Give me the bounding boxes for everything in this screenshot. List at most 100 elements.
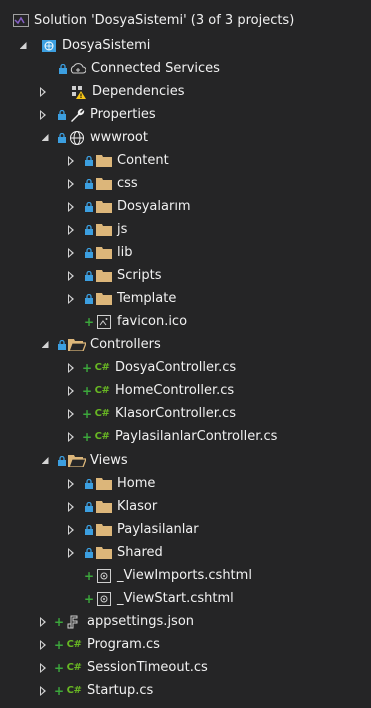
- expand-arrow-icon[interactable]: [64, 477, 78, 491]
- wwwroot-node[interactable]: wwwroot: [0, 126, 371, 149]
- added-plus-icon: +: [54, 660, 65, 675]
- expand-arrow-icon[interactable]: [16, 39, 30, 53]
- folder-label: Dosyalarım: [117, 199, 191, 214]
- lock-icon: [84, 153, 94, 169]
- lock-icon: [57, 107, 67, 123]
- project-label: DosyaSistemi: [62, 38, 151, 53]
- csharp-file-node[interactable]: + C# HomeController.cs: [0, 379, 371, 402]
- folder-label: Controllers: [90, 337, 161, 352]
- added-plus-icon: +: [84, 591, 95, 606]
- dependencies-node[interactable]: Dependencies: [0, 80, 371, 103]
- expand-arrow-icon[interactable]: [36, 108, 50, 122]
- lock-icon: [84, 522, 94, 538]
- added-plus-icon: +: [82, 406, 93, 421]
- file-label: PaylasilanlarController.cs: [115, 429, 278, 444]
- expand-arrow-icon[interactable]: [64, 269, 78, 283]
- expand-arrow-icon[interactable]: [64, 223, 78, 237]
- folder-icon: [95, 153, 113, 169]
- folder-klasor-node[interactable]: Klasor: [0, 495, 371, 518]
- json-file-icon: [65, 614, 83, 630]
- expand-arrow-icon[interactable]: [36, 615, 50, 629]
- file-label: _ViewStart.cshtml: [117, 591, 234, 606]
- expand-arrow-icon[interactable]: [64, 246, 78, 260]
- properties-label: Properties: [90, 107, 156, 122]
- folder-scripts-node[interactable]: Scripts: [0, 264, 371, 287]
- csharp-file-node[interactable]: + C# SessionTimeout.cs: [0, 656, 371, 679]
- lock-icon: [84, 545, 94, 561]
- expand-arrow-icon[interactable]: [36, 85, 50, 99]
- file-label: _ViewImports.cshtml: [117, 568, 252, 583]
- expand-arrow-icon[interactable]: [64, 430, 78, 444]
- csharp-file-node[interactable]: + C# Startup.cs: [0, 679, 371, 702]
- folder-label: js: [117, 222, 128, 237]
- connected-services-label: Connected Services: [91, 61, 220, 76]
- expand-arrow-icon[interactable]: [64, 154, 78, 168]
- added-plus-icon: +: [82, 360, 93, 375]
- connected-services-node[interactable]: Connected Services: [0, 57, 371, 80]
- csharp-file-node[interactable]: + C# KlasorController.cs: [0, 402, 371, 425]
- views-node[interactable]: Views: [0, 449, 371, 472]
- csharp-file-node[interactable]: + C# DosyaController.cs: [0, 356, 371, 379]
- folder-icon: [95, 291, 113, 307]
- lock-icon: [58, 61, 68, 77]
- file-label: Program.cs: [87, 637, 160, 652]
- favicon-node[interactable]: + favicon.ico: [0, 310, 371, 333]
- folder-shared-node[interactable]: Shared: [0, 541, 371, 564]
- connected-services-icon: [69, 61, 87, 77]
- expand-arrow-icon[interactable]: [64, 361, 78, 375]
- controllers-node[interactable]: Controllers: [0, 333, 371, 356]
- csharp-file-node[interactable]: + C# PaylasilanlarController.cs: [0, 425, 371, 448]
- expand-arrow-icon[interactable]: [38, 338, 52, 352]
- folder-label: lib: [117, 245, 133, 260]
- expand-arrow-icon[interactable]: [64, 523, 78, 537]
- razor-file-icon: [95, 591, 113, 607]
- expand-arrow-icon[interactable]: [36, 684, 50, 698]
- view-imports-node[interactable]: + _ViewImports.cshtml: [0, 564, 371, 587]
- dependencies-label: Dependencies: [92, 84, 185, 99]
- expand-arrow-icon[interactable]: [64, 177, 78, 191]
- folder-label: Template: [117, 291, 177, 306]
- folder-content-node[interactable]: Content: [0, 149, 371, 172]
- folder-template-node[interactable]: Template: [0, 287, 371, 310]
- folder-dosyalarim-node[interactable]: Dosyalarım: [0, 195, 371, 218]
- lock-icon: [84, 291, 94, 307]
- lock-icon: [84, 222, 94, 238]
- csharp-file-icon: C#: [66, 639, 82, 650]
- folder-label: Shared: [117, 545, 163, 560]
- wrench-icon: [68, 107, 86, 123]
- folder-js-node[interactable]: js: [0, 218, 371, 241]
- folder-icon: [95, 545, 113, 561]
- expand-arrow-icon[interactable]: [64, 546, 78, 560]
- solution-node[interactable]: Solution 'DosyaSistemi' (3 of 3 projects…: [0, 9, 371, 32]
- lock-icon: [57, 337, 67, 353]
- folder-css-node[interactable]: css: [0, 172, 371, 195]
- csharp-file-node[interactable]: + C# Program.cs: [0, 633, 371, 656]
- expand-arrow-icon[interactable]: [64, 200, 78, 214]
- lock-icon: [84, 176, 94, 192]
- expand-arrow-icon[interactable]: [36, 638, 50, 652]
- folder-home-node[interactable]: Home: [0, 472, 371, 495]
- solution-explorer-tree: Solution 'DosyaSistemi' (3 of 3 projects…: [0, 0, 371, 708]
- properties-node[interactable]: Properties: [0, 103, 371, 126]
- file-label: HomeController.cs: [115, 383, 235, 398]
- lock-icon: [57, 130, 67, 146]
- lock-icon: [84, 245, 94, 261]
- csharp-file-icon: C#: [66, 662, 82, 673]
- expand-arrow-icon[interactable]: [64, 407, 78, 421]
- expand-arrow-icon[interactable]: [38, 131, 52, 145]
- expand-arrow-icon[interactable]: [36, 661, 50, 675]
- solution-icon: [12, 13, 30, 29]
- expand-arrow-icon[interactable]: [64, 292, 78, 306]
- view-start-node[interactable]: + _ViewStart.cshtml: [0, 587, 371, 610]
- appsettings-node[interactable]: + appsettings.json: [0, 610, 371, 633]
- folder-label: Klasor: [117, 499, 158, 514]
- added-plus-icon: +: [54, 637, 65, 652]
- file-label: appsettings.json: [87, 614, 195, 629]
- added-plus-icon: +: [82, 383, 93, 398]
- expand-arrow-icon[interactable]: [64, 500, 78, 514]
- expand-arrow-icon[interactable]: [38, 454, 52, 468]
- project-node[interactable]: DosyaSistemi: [0, 34, 371, 57]
- folder-paylasilanlar-node[interactable]: Paylasilanlar: [0, 518, 371, 541]
- folder-lib-node[interactable]: lib: [0, 241, 371, 264]
- expand-arrow-icon[interactable]: [64, 384, 78, 398]
